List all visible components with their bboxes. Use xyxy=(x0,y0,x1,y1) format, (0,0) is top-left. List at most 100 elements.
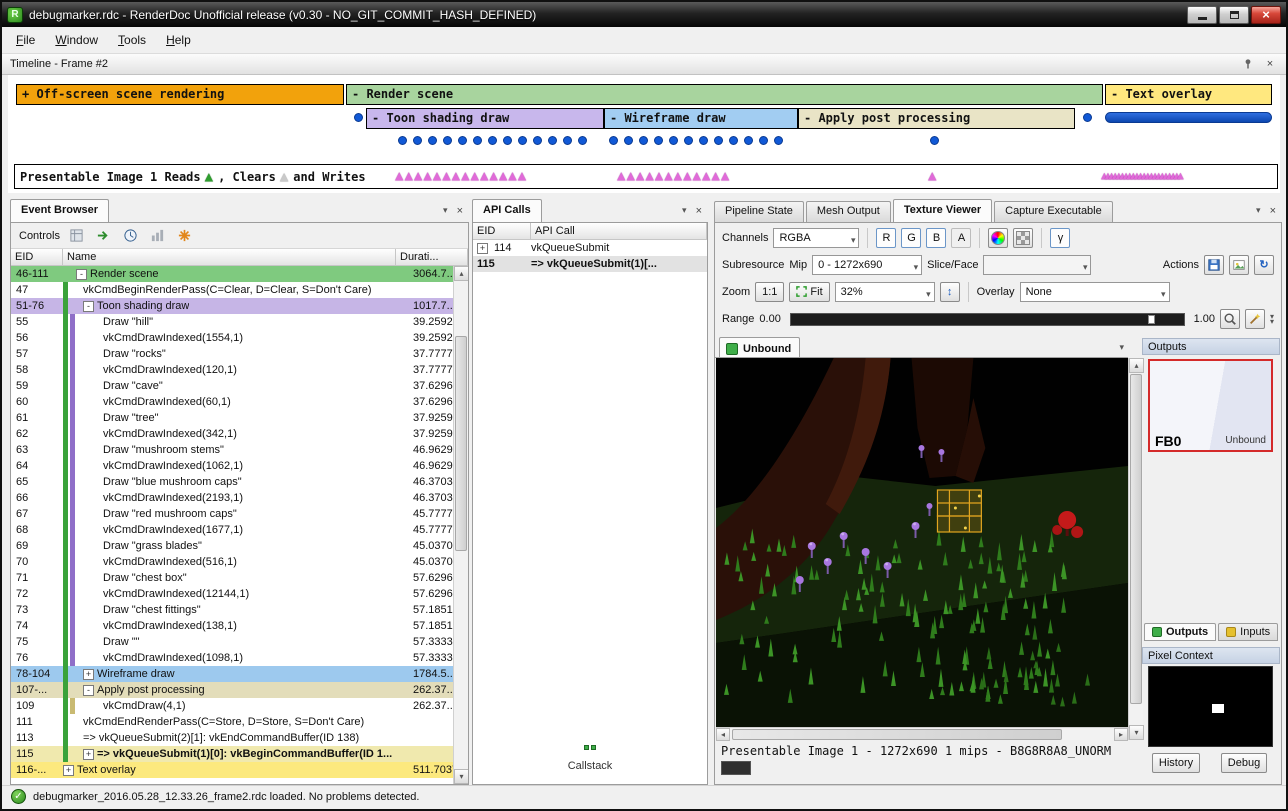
panel-close-icon[interactable]: × xyxy=(696,205,702,217)
panel-close-icon[interactable]: × xyxy=(457,205,463,217)
event-row[interactable]: 61Draw "tree"37.92593 xyxy=(11,410,468,426)
column-eid[interactable]: EID xyxy=(11,249,63,265)
debug-button[interactable]: Debug xyxy=(1221,753,1267,773)
viewport-vscrollbar[interactable]: ▴ ▾ xyxy=(1128,358,1143,740)
close-button[interactable]: × xyxy=(1251,6,1281,24)
event-row[interactable]: 47vkCmdBeginRenderPass(C=Clear, D=Clear,… xyxy=(11,282,468,298)
draw-dot[interactable] xyxy=(639,136,648,145)
slice-face-combo[interactable]: ▾ xyxy=(983,255,1091,275)
column-name[interactable]: Name xyxy=(63,249,396,265)
draw-dot[interactable] xyxy=(654,136,663,145)
range-wand-button[interactable] xyxy=(1245,309,1265,329)
red-channel-button[interactable]: R xyxy=(876,228,896,248)
time-durations-icon[interactable] xyxy=(121,226,141,246)
bookmark-icon[interactable] xyxy=(175,226,195,246)
zoom-combo[interactable]: 32% ▾ xyxy=(835,282,935,302)
tab-event-browser[interactable]: Event Browser xyxy=(10,199,109,222)
expander-icon[interactable]: + xyxy=(83,749,94,760)
draw-dot[interactable] xyxy=(684,136,693,145)
viewport-hscrollbar[interactable]: ◂ ▸ xyxy=(716,727,1128,740)
scrollbar-thumb[interactable] xyxy=(455,336,467,551)
event-row[interactable]: 72vkCmdDrawIndexed(12144,1)57.62963 xyxy=(11,586,468,602)
event-row[interactable]: 57Draw "rocks"37.77778 xyxy=(11,346,468,362)
event-row[interactable]: 69Draw "grass blades"45.03704 xyxy=(11,538,468,554)
menu-file[interactable]: File xyxy=(6,28,45,52)
range-max-value[interactable]: 1.00 xyxy=(1194,313,1215,325)
draw-dot[interactable] xyxy=(518,136,527,145)
event-row[interactable]: 66vkCmdDrawIndexed(2193,1)46.37037 xyxy=(11,490,468,506)
tab-mesh-output[interactable]: Mesh Output xyxy=(806,201,891,222)
event-row[interactable]: 55Draw "hill"39.25926 xyxy=(11,314,468,330)
timeline-marker-bar[interactable]: - Toon shading draw xyxy=(366,108,604,129)
timeline-close-icon[interactable]: × xyxy=(1262,56,1278,72)
event-row[interactable]: 68vkCmdDrawIndexed(1677,1)45.77778 xyxy=(11,522,468,538)
expander-icon[interactable]: - xyxy=(83,301,94,312)
event-browser-scrollbar[interactable]: ▴ ▾ xyxy=(453,266,468,784)
event-row[interactable]: 56vkCmdDrawIndexed(1554,1)39.25926 xyxy=(11,330,468,346)
expander-icon[interactable]: - xyxy=(76,269,87,280)
draw-dot[interactable] xyxy=(458,136,467,145)
event-row[interactable]: 46-111-Render scene3064.7... xyxy=(11,266,468,282)
flip-y-button[interactable]: ↕ xyxy=(940,282,960,302)
pin-icon[interactable] xyxy=(1240,56,1256,72)
column-duration[interactable]: Durati... xyxy=(396,249,468,265)
timeline-marker-bar[interactable]: - Render scene xyxy=(346,84,1103,105)
timeline-marker-bar[interactable]: - Apply post processing xyxy=(798,108,1075,129)
draw-dot[interactable] xyxy=(578,136,587,145)
gamma-button[interactable]: γ xyxy=(1050,228,1070,248)
tab-capture-executable[interactable]: Capture Executable xyxy=(994,201,1113,222)
event-row[interactable]: 109vkCmdDraw(4,1)262.37... xyxy=(11,698,468,714)
draw-dot[interactable] xyxy=(669,136,678,145)
minimize-button[interactable] xyxy=(1187,6,1217,24)
texture-tab-unbound[interactable]: Unbound xyxy=(719,337,800,357)
event-row[interactable]: 76vkCmdDrawIndexed(1098,1)57.33333 xyxy=(11,650,468,666)
event-row[interactable]: 51-76-Toon shading draw1017.7... xyxy=(11,298,468,314)
tab-pipeline-state[interactable]: Pipeline State xyxy=(714,201,804,222)
scrollbar-thumb[interactable] xyxy=(1130,374,1142,704)
mip-combo[interactable]: 0 - 1272x690 ▾ xyxy=(812,255,922,275)
range-slider-thumb[interactable] xyxy=(1148,315,1155,324)
panel-menu-icon[interactable]: ▾ xyxy=(682,205,687,217)
text-overlay-drawbar[interactable] xyxy=(1105,112,1272,123)
column-eid[interactable]: EID xyxy=(473,223,531,239)
range-min-value[interactable]: 0.00 xyxy=(759,313,780,325)
zoom-1to1-button[interactable]: 1:1 xyxy=(755,282,784,302)
draw-dot[interactable] xyxy=(428,136,437,145)
event-row[interactable]: 70vkCmdDrawIndexed(516,1)45.03704 xyxy=(11,554,468,570)
event-row[interactable]: 62vkCmdDrawIndexed(342,1)37.92593 xyxy=(11,426,468,442)
event-row[interactable]: 67Draw "red mushroom caps"45.77778 xyxy=(11,506,468,522)
api-call-row[interactable]: +114vkQueueSubmit xyxy=(473,240,707,256)
event-row[interactable]: 116-...+Text overlay511.7037 xyxy=(11,762,468,778)
draw-dot[interactable] xyxy=(744,136,753,145)
draw-dot[interactable] xyxy=(548,136,557,145)
tab-inputs[interactable]: Inputs xyxy=(1218,623,1278,641)
channels-combo[interactable]: RGBA ▾ xyxy=(773,228,859,248)
event-row[interactable]: 58vkCmdDrawIndexed(120,1)37.77778 xyxy=(11,362,468,378)
panel-menu-icon[interactable]: ▾ xyxy=(443,205,448,217)
column-api-call[interactable]: API Call xyxy=(531,223,707,239)
draw-dot[interactable] xyxy=(563,136,572,145)
event-row[interactable]: 64vkCmdDrawIndexed(1062,1)46.96296 xyxy=(11,458,468,474)
event-row[interactable]: 65Draw "blue mushroom caps"46.37037 xyxy=(11,474,468,490)
scrollbar-thumb[interactable] xyxy=(732,729,1062,740)
event-row[interactable]: 107-...-Apply post processing262.37... xyxy=(11,682,468,698)
scroll-down-icon[interactable]: ▾ xyxy=(454,769,469,784)
api-call-row[interactable]: 115=> vkQueueSubmit(1)[... xyxy=(473,256,707,272)
tab-outputs[interactable]: Outputs xyxy=(1144,623,1216,641)
background-checker-button[interactable] xyxy=(1013,228,1033,248)
scroll-up-icon[interactable]: ▴ xyxy=(1129,358,1144,373)
timeline-marker-bar[interactable]: - Wireframe draw xyxy=(604,108,798,129)
range-slider[interactable] xyxy=(790,313,1185,326)
fb0-thumbnail[interactable]: FB0 Unbound xyxy=(1148,359,1273,452)
maximize-button[interactable] xyxy=(1219,6,1249,24)
autofit-range-button[interactable] xyxy=(1220,309,1240,329)
scroll-left-icon[interactable]: ◂ xyxy=(716,728,730,741)
draw-dot[interactable] xyxy=(609,136,618,145)
menu-help[interactable]: Help xyxy=(156,28,201,52)
find-event-icon[interactable] xyxy=(67,226,87,246)
history-button[interactable]: History xyxy=(1152,753,1200,773)
event-row[interactable]: 75Draw ""57.33333 xyxy=(11,634,468,650)
expander-icon[interactable]: + xyxy=(477,243,488,254)
draw-dot[interactable] xyxy=(473,136,482,145)
event-row[interactable]: 78-104+Wireframe draw1784.5... xyxy=(11,666,468,682)
